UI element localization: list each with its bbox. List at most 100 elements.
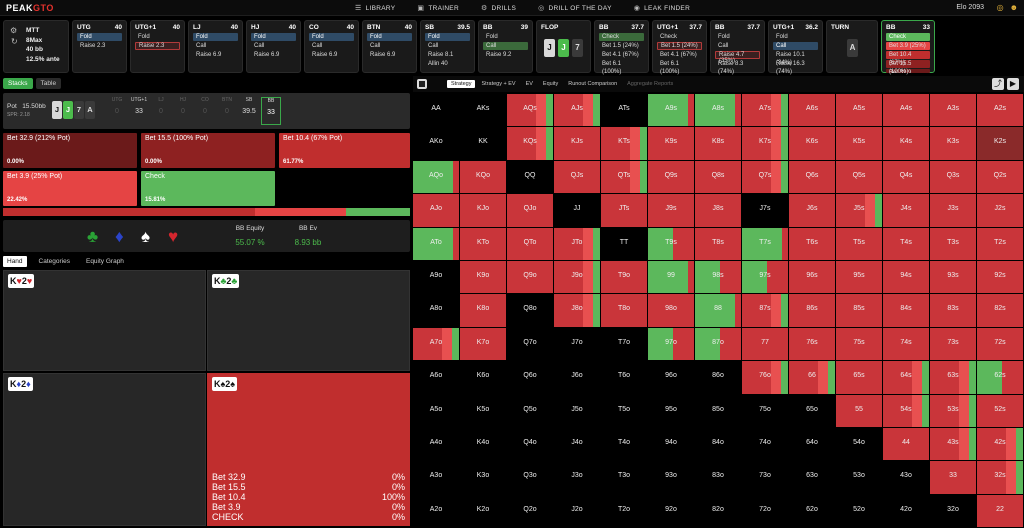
action-option[interactable]: Raise 10.1 (34%) <box>773 51 818 66</box>
hand-cell-87o[interactable]: 87o <box>695 327 741 361</box>
refresh-icon[interactable]: ↻ <box>11 37 18 46</box>
diamond-suit-icon[interactable]: ♦ <box>115 227 124 247</box>
hand-cell-74o[interactable]: 74o <box>742 428 788 461</box>
hand-combo-panel[interactable]: K♠2♠ Bet 32.9 0% Bet 15.5 0% Bet 10.4 100% Bet … <box>207 373 410 526</box>
hand-cell-Q2o[interactable]: Q2o <box>507 494 553 528</box>
user-icon[interactable]: ☻ <box>1010 3 1018 12</box>
action-option[interactable]: Fold <box>483 33 528 41</box>
hand-cell-72o[interactable]: 72o <box>742 494 788 528</box>
tab-equity-graph[interactable]: Equity Graph <box>82 256 128 267</box>
hand-cell-84s[interactable]: 84s <box>883 294 929 327</box>
hand-cell-A5s[interactable]: A5s <box>836 94 882 127</box>
hand-combo-panel[interactable]: K♦2♦ <box>3 373 206 526</box>
hand-cell-J8o[interactable]: J8o <box>554 294 600 327</box>
pot-position-sb[interactable]: SB 39.5 <box>239 97 259 125</box>
strategy-action-3[interactable]: Bet 10.4 (67% Pot) 61.77% <box>279 133 410 168</box>
hand-cell-63s[interactable]: 63s <box>930 361 976 394</box>
action-option[interactable]: Raise 4.7 (35%) <box>715 51 760 64</box>
hand-cell-J3o[interactable]: J3o <box>554 461 600 494</box>
hand-cell-T4s[interactable]: T4s <box>883 227 929 260</box>
hand-cell-98s[interactable]: 98s <box>695 261 741 294</box>
hand-cell-K5o[interactable]: K5o <box>460 394 506 427</box>
action-option[interactable]: Call <box>773 42 818 50</box>
hand-cell-Q6s[interactable]: Q6s <box>789 160 835 194</box>
hand-cell-42o[interactable]: 42o <box>883 494 929 528</box>
hand-cell-Q4o[interactable]: Q4o <box>507 428 553 461</box>
hand-cell-A4o[interactable]: A4o <box>413 428 459 461</box>
hand-cell-42s[interactable]: 42s <box>977 428 1023 461</box>
hand-cell-62s[interactable]: 62s <box>977 361 1023 394</box>
grid-tab-ev[interactable]: EV <box>522 80 537 88</box>
hand-cell-76s[interactable]: 76s <box>789 327 835 361</box>
hand-cell-K5s[interactable]: K5s <box>836 127 882 160</box>
hand-cell-97o[interactable]: 97o <box>648 327 694 361</box>
action-option[interactable]: Bet 15.5 (100%) <box>886 60 930 75</box>
hand-cell-44[interactable]: 44 <box>883 428 929 461</box>
hand-cell-AQs[interactable]: AQs <box>507 94 553 127</box>
hand-cell-75o[interactable]: 75o <box>742 394 788 427</box>
hand-cell-94s[interactable]: 94s <box>883 261 929 294</box>
action-option[interactable]: Raise 9.2 <box>483 51 528 59</box>
hand-cell-QJo[interactable]: QJo <box>507 194 553 227</box>
hand-cell-92o[interactable]: 92o <box>648 494 694 528</box>
hand-cell-66[interactable]: 66 <box>789 361 835 394</box>
hand-cell-84o[interactable]: 84o <box>695 428 741 461</box>
hand-cell-Q3o[interactable]: Q3o <box>507 461 553 494</box>
hand-cell-JTs[interactable]: JTs <box>601 194 647 227</box>
hand-cell-AKs[interactable]: AKs <box>460 94 506 127</box>
position-card-bb[interactable]: BB 39 Fold Call Raise 9.2 <box>478 20 533 73</box>
tab-hand[interactable]: Hand <box>3 256 27 267</box>
hand-cell-A5o[interactable]: A5o <box>413 394 459 427</box>
hand-cell-Q5o[interactable]: Q5o <box>507 394 553 427</box>
action-option[interactable]: Call <box>309 42 354 50</box>
hand-cell-97s[interactable]: 97s <box>742 261 788 294</box>
action-option[interactable]: Fold <box>251 33 296 41</box>
hand-cell-J4s[interactable]: J4s <box>883 194 929 227</box>
action-option[interactable]: Bet 4.1 (67%) <box>599 51 644 59</box>
strategy-action-2[interactable]: Bet 15.5 (100% Pot) 0.00% <box>141 133 275 168</box>
grid-view-toggle-icon[interactable] <box>417 79 427 89</box>
game-settings-card[interactable]: ⚙ ↻ MTT 8Max 40 bb 12.5% ante <box>3 20 69 73</box>
flop-card[interactable]: FLOP J J 7 <box>536 20 591 73</box>
hand-cell-A9s[interactable]: A9s <box>648 94 694 127</box>
action-option[interactable]: Call <box>715 42 760 50</box>
grid-tab-strategy-ev[interactable]: Strategy + EV <box>477 80 519 88</box>
hand-cell-95o[interactable]: 95o <box>648 394 694 427</box>
hand-cell-K3o[interactable]: K3o <box>460 461 506 494</box>
position-card-sb[interactable]: SB 39.5 Fold Call Raise 8.1 Allin 40 <box>420 20 475 73</box>
hand-cell-K4s[interactable]: K4s <box>883 127 929 160</box>
hand-cell-QTs[interactable]: QTs <box>601 160 647 194</box>
hand-cell-64o[interactable]: 64o <box>789 428 835 461</box>
strategy-action-4[interactable]: Bet 3.9 (25% Pot) 22.42% <box>3 171 137 206</box>
hand-cell-J3s[interactable]: J3s <box>930 194 976 227</box>
hand-cell-T9s[interactable]: T9s <box>648 227 694 260</box>
hand-cell-J7o[interactable]: J7o <box>554 327 600 361</box>
hand-cell-98o[interactable]: 98o <box>648 294 694 327</box>
hand-combo-panel[interactable]: K♥2♥ <box>3 270 206 371</box>
action-option[interactable]: Call <box>367 42 412 50</box>
action-option[interactable]: Bet 4.1 (67%) <box>657 51 702 59</box>
pot-position-hj[interactable]: HJ 0 <box>173 97 193 125</box>
hand-cell-62o[interactable]: 62o <box>789 494 835 528</box>
hand-cell-92s[interactable]: 92s <box>977 261 1023 294</box>
action-option[interactable]: Check <box>599 33 644 41</box>
hand-cell-T6s[interactable]: T6s <box>789 227 835 260</box>
hand-cell-A2o[interactable]: A2o <box>413 494 459 528</box>
hand-cell-82o[interactable]: 82o <box>695 494 741 528</box>
hand-cell-A7s[interactable]: A7s <box>742 94 788 127</box>
hand-cell-K8o[interactable]: K8o <box>460 294 506 327</box>
hand-cell-96o[interactable]: 96o <box>648 361 694 394</box>
hand-cell-TT[interactable]: TT <box>601 227 647 260</box>
hand-cell-J9o[interactable]: J9o <box>554 261 600 294</box>
hand-cell-Q6o[interactable]: Q6o <box>507 361 553 394</box>
hand-cell-63o[interactable]: 63o <box>789 461 835 494</box>
hand-cell-K2s[interactable]: K2s <box>977 127 1023 160</box>
hand-cell-J6s[interactable]: J6s <box>789 194 835 227</box>
hand-cell-65o[interactable]: 65o <box>789 394 835 427</box>
position-card-lj[interactable]: LJ 40 Fold Call Raise 6.9 <box>188 20 243 73</box>
hand-cell-74s[interactable]: 74s <box>883 327 929 361</box>
hand-cell-QJs[interactable]: QJs <box>554 160 600 194</box>
action-option[interactable]: Bet 1.5 (24%) <box>599 42 644 50</box>
hand-cell-Q7s[interactable]: Q7s <box>742 160 788 194</box>
hand-cell-96s[interactable]: 96s <box>789 261 835 294</box>
